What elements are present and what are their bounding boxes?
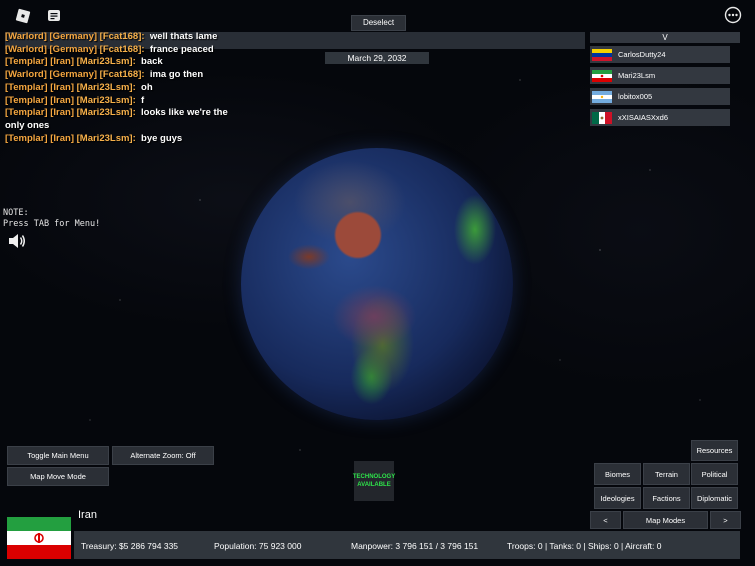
biomes-button[interactable]: Biomes bbox=[594, 463, 641, 485]
terrain-button[interactable]: Terrain bbox=[643, 463, 690, 485]
chat-message: [Templar] [Iran] [Mari23Lsm]: looks like… bbox=[5, 107, 228, 131]
player-item[interactable]: CarlosDutty24 bbox=[590, 46, 730, 63]
player-name: CarlosDutty24 bbox=[618, 50, 666, 59]
note-title: NOTE: bbox=[3, 208, 29, 218]
technology-available-button[interactable]: TECHNOLOGY AVAILABLE bbox=[353, 461, 395, 501]
player-name: Mari23Lsm bbox=[618, 71, 656, 80]
manpower-stat: Manpower: 3 796 151 / 3 796 151 bbox=[351, 541, 479, 551]
ideologies-button[interactable]: Ideologies bbox=[594, 487, 641, 509]
menu-note: NOTE: Press TAB for Menu! bbox=[3, 208, 100, 230]
treasury-stat: Treasury: $5 286 794 335 bbox=[81, 541, 179, 551]
player-name: xXISAIASXxd6 bbox=[618, 113, 669, 122]
toggle-main-menu-button[interactable]: Toggle Main Menu bbox=[7, 446, 109, 465]
player-list: CarlosDutty24 Mari23Lsm lobitox005 xXISA… bbox=[590, 46, 730, 130]
roblox-menu-icon[interactable] bbox=[13, 6, 33, 26]
player-item[interactable]: Mari23Lsm bbox=[590, 67, 730, 84]
chat-message: [Templar] [Iran] [Mari23Lsm]: oh bbox=[5, 81, 153, 93]
game-date: March 29, 2032 bbox=[325, 52, 429, 64]
chat-message: [Warlord] [Germany] [Fcat168]: ima go th… bbox=[5, 69, 204, 81]
alternate-zoom-button[interactable]: Alternate Zoom: Off bbox=[112, 446, 214, 465]
chat-message: [Templar] [Iran] [Mari23Lsm]: back bbox=[5, 56, 163, 68]
world-globe[interactable] bbox=[241, 148, 513, 420]
prev-map-mode-button[interactable]: < bbox=[590, 511, 621, 529]
iran-flag-icon bbox=[7, 517, 71, 559]
map-modes-button[interactable]: Map Modes bbox=[623, 511, 708, 529]
players-header[interactable]: V bbox=[590, 32, 740, 43]
chat-message: [Templar] [Iran] [Mari23Lsm]: bye guys bbox=[5, 132, 183, 144]
chat-message: [Warlord] [Germany] [Fcat168]: france pe… bbox=[5, 43, 214, 55]
chat-log: [Warlord] [Germany] [Fcat168]: well that… bbox=[5, 31, 230, 145]
note-text: Press TAB for Menu! bbox=[3, 219, 101, 229]
nation-stats-bar: Treasury: $5 286 794 335 Population: 75 … bbox=[74, 531, 740, 559]
diplomatic-button[interactable]: Diplomatic bbox=[691, 487, 738, 509]
venezuela-flag-icon bbox=[592, 48, 612, 61]
player-name: lobitox005 bbox=[618, 92, 653, 101]
mexico-flag-icon bbox=[592, 111, 612, 124]
factions-button[interactable]: Factions bbox=[643, 487, 690, 509]
deselect-button[interactable]: Deselect bbox=[351, 15, 406, 31]
population-stat: Population: 75 923 000 bbox=[214, 541, 302, 551]
chat-message: [Warlord] [Germany] [Fcat168]: well that… bbox=[5, 31, 218, 42]
map-move-mode-button[interactable]: Map Move Mode bbox=[7, 467, 109, 486]
next-map-mode-button[interactable]: > bbox=[710, 511, 741, 529]
more-options-icon[interactable] bbox=[723, 5, 743, 25]
nation-name: Iran bbox=[78, 509, 97, 521]
player-item[interactable]: xXISAIASXxd6 bbox=[590, 109, 730, 126]
resources-button[interactable]: Resources bbox=[691, 440, 738, 461]
forces-stat: Troops: 0 | Tanks: 0 | Ships: 0 | Aircra… bbox=[507, 541, 662, 551]
argentina-flag-icon bbox=[592, 90, 612, 103]
chat-message: [Templar] [Iran] [Mari23Lsm]: f bbox=[5, 94, 145, 106]
player-item[interactable]: lobitox005 bbox=[590, 88, 730, 105]
speaker-icon[interactable] bbox=[8, 233, 26, 253]
political-button[interactable]: Political bbox=[691, 463, 738, 485]
chat-icon[interactable] bbox=[44, 6, 64, 26]
iran-flag-icon bbox=[592, 69, 612, 82]
